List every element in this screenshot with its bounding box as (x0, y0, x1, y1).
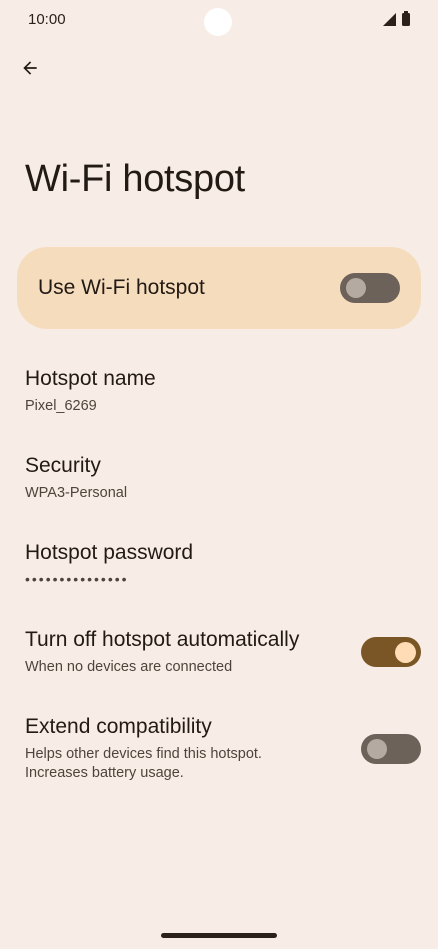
setting-extend-compatibility[interactable]: Extend compatibility Helps other devices… (0, 703, 438, 793)
setting-summary: When no devices are connected (25, 659, 233, 675)
status-time: 10:00 (28, 11, 66, 28)
battery-icon (402, 11, 410, 26)
setting-hotspot-name[interactable]: Hotspot name Pixel_6269 (0, 355, 438, 423)
setting-title: Extend compatibility (25, 715, 212, 738)
use-wifi-hotspot-card[interactable]: Use Wi-Fi hotspot (17, 247, 421, 329)
setting-hotspot-password[interactable]: Hotspot password ••••••••••••••• (0, 529, 438, 597)
setting-summary: Pixel_6269 (25, 398, 97, 414)
use-wifi-hotspot-label: Use Wi-Fi hotspot (38, 276, 205, 299)
setting-title: Turn off hotspot automatically (25, 628, 300, 651)
setting-title: Hotspot name (25, 367, 156, 390)
switch-thumb (346, 278, 366, 298)
extend-compatibility-switch[interactable] (361, 734, 421, 764)
back-button[interactable] (12, 50, 48, 86)
use-wifi-hotspot-switch[interactable] (340, 273, 400, 303)
switch-thumb (395, 641, 416, 663)
camera-cutout (204, 8, 232, 36)
setting-summary: WPA3-Personal (25, 485, 128, 501)
password-dots: ••••••••••••••• (25, 571, 129, 587)
status-icons (383, 11, 410, 26)
page-title: Wi-Fi hotspot (25, 158, 245, 200)
setting-summary: Helps other devices find this hotspot. I… (25, 746, 262, 781)
status-bar: 10:00 (0, 0, 438, 40)
setting-security[interactable]: Security WPA3-Personal (0, 442, 438, 510)
signal-icon (383, 13, 396, 26)
setting-title: Hotspot password (25, 541, 194, 564)
setting-turn-off-automatically[interactable]: Turn off hotspot automatically When no d… (0, 616, 438, 688)
turn-off-automatically-switch[interactable] (361, 637, 421, 667)
arrow-left-icon (23, 61, 37, 75)
navigation-handle[interactable] (161, 933, 277, 938)
setting-title: Security (25, 454, 101, 477)
switch-thumb (367, 739, 387, 759)
